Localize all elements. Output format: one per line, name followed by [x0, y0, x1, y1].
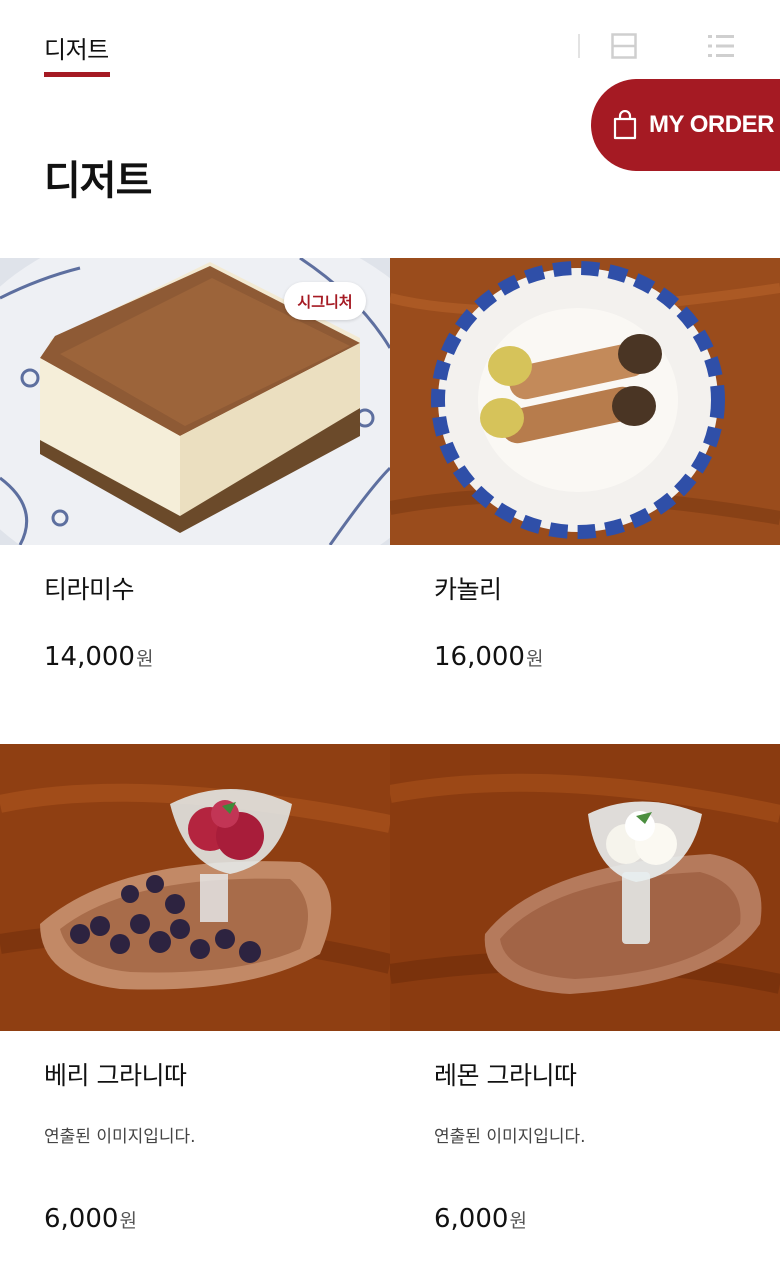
my-order-button[interactable]: MY ORDER	[591, 79, 780, 171]
menu-item-price: 14,000원	[44, 642, 154, 672]
lemon-granita-photo	[390, 744, 780, 1031]
menu-item-name: 레몬 그라니따	[434, 1061, 577, 1090]
shopping-bag-icon	[613, 110, 637, 140]
signature-badge: 시그니처	[284, 282, 366, 320]
tab-active-indicator	[44, 72, 110, 77]
top-bar: 디저트	[0, 0, 780, 284]
list-view-icon[interactable]	[708, 33, 734, 59]
tiramisu-photo: 시그니처	[0, 258, 390, 545]
berry-granita-photo	[0, 744, 390, 1031]
menu-card-tiramisu[interactable]: 시그니처 티라미수 14,000원	[0, 258, 390, 744]
menu-item-price: 6,000원	[434, 1204, 527, 1234]
cannoli-photo	[390, 258, 780, 545]
my-order-label: MY ORDER	[649, 111, 774, 138]
menu-item-name: 베리 그라니따	[44, 1061, 187, 1090]
tab-dessert[interactable]: 디저트	[44, 30, 109, 65]
menu-card-berry-granita[interactable]: 베리 그라니따 연출된 이미지입니다. 6,000원	[0, 744, 390, 1280]
menu-card-lemon-granita[interactable]: 레몬 그라니따 연출된 이미지입니다. 6,000원	[390, 744, 780, 1280]
page-title: 디저트	[44, 158, 152, 204]
view-toggle-divider	[578, 34, 580, 58]
menu-item-price: 16,000원	[434, 642, 544, 672]
single-view-icon[interactable]	[611, 33, 637, 59]
menu-item-price: 6,000원	[44, 1204, 137, 1234]
menu-item-description: 연출된 이미지입니다.	[434, 1127, 586, 1147]
menu-item-description: 연출된 이미지입니다.	[44, 1127, 196, 1147]
menu-card-cannoli[interactable]: 카놀리 16,000원	[390, 258, 780, 744]
menu-item-name: 티라미수	[44, 575, 135, 604]
menu-item-name: 카놀리	[434, 575, 502, 604]
